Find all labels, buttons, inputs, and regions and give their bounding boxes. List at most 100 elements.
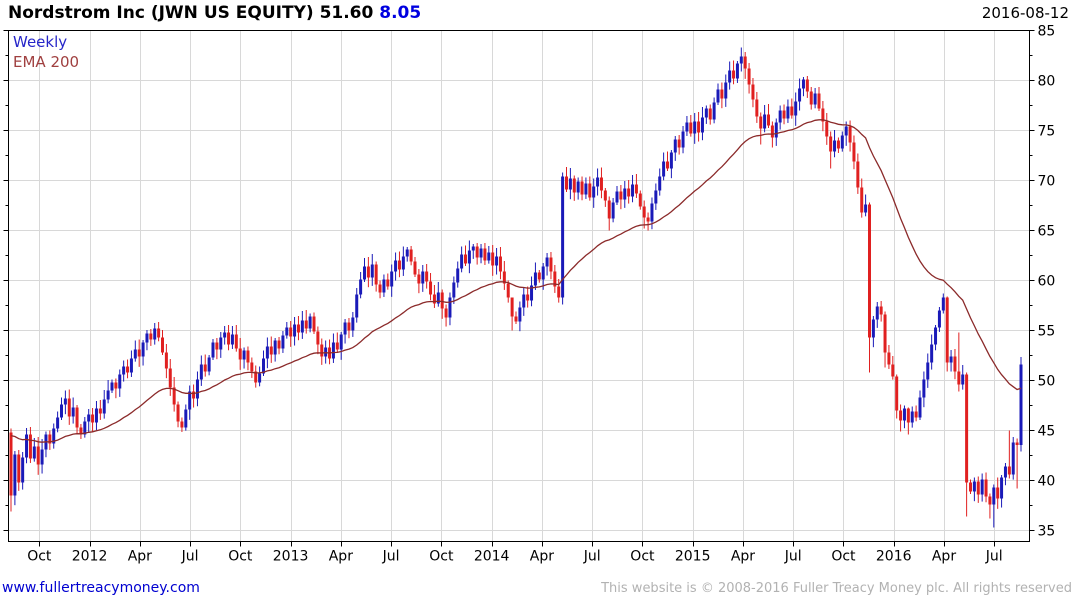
candle-body bbox=[646, 217, 650, 222]
candle-body bbox=[732, 70, 736, 79]
candle-body bbox=[875, 306, 879, 320]
candle-body bbox=[168, 368, 172, 388]
candle-body bbox=[930, 344, 934, 363]
candle-body bbox=[728, 70, 732, 83]
x-tick-label: Jul bbox=[382, 549, 400, 565]
candle-body bbox=[359, 279, 363, 295]
y-tick-label: 35 bbox=[1038, 524, 1056, 540]
candle-body bbox=[238, 348, 242, 360]
candle-body bbox=[199, 364, 203, 380]
y-tick-label: 50 bbox=[1038, 374, 1056, 390]
candle-body bbox=[992, 487, 996, 505]
candle-body bbox=[879, 306, 883, 315]
candle-body bbox=[607, 200, 611, 219]
candle-body bbox=[658, 176, 662, 191]
candle-body bbox=[448, 297, 452, 318]
candle-body bbox=[343, 322, 347, 335]
candle-body bbox=[650, 203, 654, 222]
candle-body bbox=[102, 399, 106, 414]
candle-body bbox=[906, 408, 910, 423]
candle-body bbox=[685, 122, 689, 132]
candle-body bbox=[335, 342, 339, 350]
candle-body bbox=[518, 307, 522, 322]
candle-body bbox=[677, 139, 681, 148]
x-tick-label: Apr bbox=[530, 549, 554, 565]
y-axis-tick-labels: 85 80 75 70 65 60 55 50 45 40 35 bbox=[1038, 24, 1056, 540]
candle-body bbox=[763, 114, 767, 129]
x-tick-label: Oct bbox=[630, 549, 655, 565]
candle-body bbox=[689, 122, 693, 134]
candle-body bbox=[164, 352, 168, 369]
candle-body bbox=[856, 161, 860, 188]
y-tick-label: 75 bbox=[1038, 124, 1056, 140]
x-tick-label: Apr bbox=[329, 549, 353, 565]
candle-body bbox=[421, 271, 425, 284]
candle-body bbox=[798, 88, 802, 102]
candle-body bbox=[397, 260, 401, 270]
candle-body bbox=[778, 110, 782, 123]
candle-body bbox=[743, 56, 747, 69]
candle-body bbox=[215, 342, 219, 350]
candle-body bbox=[316, 331, 320, 345]
candle-body bbox=[580, 181, 584, 195]
candle-body bbox=[510, 297, 514, 317]
x-tick-label: 2016 bbox=[876, 549, 912, 565]
x-tick-label: Apr bbox=[731, 549, 755, 565]
candle-body bbox=[724, 82, 728, 99]
candle-body bbox=[642, 206, 646, 218]
candle-body bbox=[840, 135, 844, 149]
candle-body bbox=[36, 446, 40, 465]
candle-body bbox=[969, 482, 972, 492]
candle-body bbox=[479, 248, 483, 258]
candle-body bbox=[242, 350, 246, 360]
x-tick-label: 2013 bbox=[273, 549, 309, 565]
candle-body bbox=[464, 254, 467, 264]
candle-body bbox=[219, 337, 223, 350]
candle-body bbox=[180, 421, 184, 428]
candle-body bbox=[106, 390, 110, 400]
candle-body bbox=[638, 193, 642, 207]
x-tick-label: Oct bbox=[429, 549, 454, 565]
candle-body bbox=[673, 139, 677, 153]
candle-body bbox=[227, 332, 231, 345]
x-tick-label: Oct bbox=[228, 549, 253, 565]
x-tick-label: 2015 bbox=[675, 549, 711, 565]
candle-body bbox=[63, 398, 67, 405]
candle-body bbox=[498, 256, 502, 272]
candle-body bbox=[28, 434, 32, 459]
candle-body bbox=[269, 346, 273, 355]
candle-body bbox=[203, 364, 207, 372]
candle-body bbox=[265, 346, 269, 359]
candle-body bbox=[161, 337, 164, 353]
candle-body bbox=[926, 362, 930, 380]
candle-body bbox=[526, 294, 530, 301]
candle-body bbox=[976, 481, 980, 495]
candle-body bbox=[363, 266, 366, 280]
candle-body bbox=[91, 414, 95, 423]
candle-body bbox=[122, 366, 126, 375]
candle-body bbox=[619, 191, 623, 200]
y-tick-label: 70 bbox=[1038, 174, 1056, 190]
candle-body bbox=[514, 316, 518, 322]
candle-body bbox=[774, 122, 778, 138]
candle-body bbox=[285, 327, 289, 336]
candle-body bbox=[631, 184, 635, 197]
candle-body bbox=[467, 250, 471, 264]
candle-body bbox=[141, 342, 145, 357]
candle-body bbox=[988, 496, 992, 505]
legend-timeframe: Weekly bbox=[13, 33, 68, 51]
candle-body bbox=[87, 414, 91, 422]
candle-body bbox=[747, 68, 751, 85]
candle-body bbox=[914, 411, 918, 418]
y-tick-label: 45 bbox=[1038, 424, 1056, 440]
candle-body bbox=[378, 284, 382, 293]
candle-body bbox=[374, 264, 378, 285]
candle-body bbox=[320, 344, 324, 357]
candle-body bbox=[471, 246, 475, 251]
x-tick-label: 2012 bbox=[72, 549, 108, 565]
candle-body bbox=[537, 272, 541, 280]
website-link[interactable]: www.fullertreacymoney.com bbox=[2, 580, 200, 596]
candle-body bbox=[1019, 364, 1023, 445]
candle-body bbox=[483, 248, 487, 261]
candle-body bbox=[716, 89, 720, 103]
